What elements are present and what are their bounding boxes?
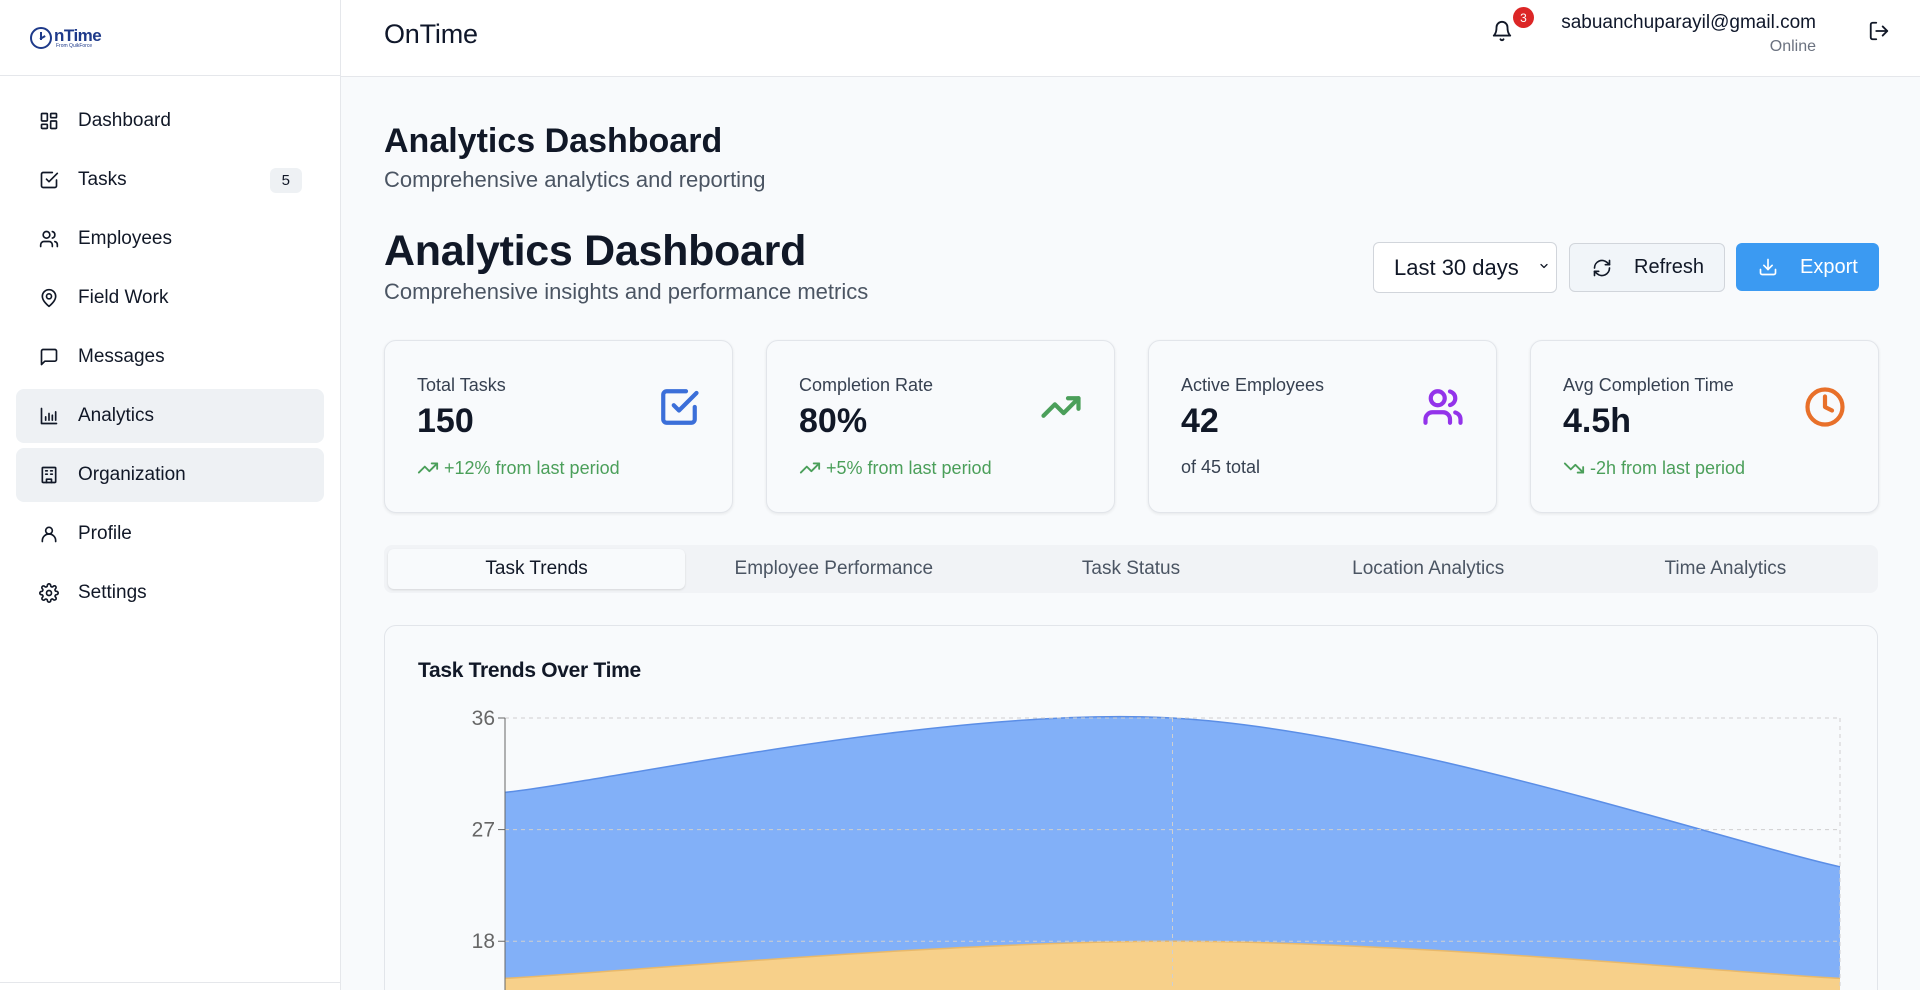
stat-label: Avg Completion Time (1563, 375, 1734, 395)
stat-card-total-tasks: Total Tasks 150 +12% from last period (384, 340, 733, 513)
sidebar-item-dashboard[interactable]: Dashboard (16, 94, 324, 148)
logout-icon (1868, 21, 1890, 46)
users-icon (1422, 386, 1464, 428)
app-logo[interactable]: nTime From QuikForce (30, 25, 102, 49)
sidebar: nTime From QuikForce Dashboard Tasks 5 E… (0, 0, 341, 990)
notifications-button[interactable] (1491, 20, 1517, 46)
analytics-subtitle: Comprehensive insights and performance m… (384, 279, 869, 304)
sidebar-item-field-work[interactable]: Field Work (16, 271, 324, 325)
export-button[interactable]: Export (1736, 243, 1879, 291)
map-pin-icon (38, 287, 60, 309)
chevron-down-icon (1540, 263, 1548, 269)
sidebar-item-label: Tasks (78, 169, 127, 190)
refresh-button[interactable]: Refresh (1569, 243, 1725, 292)
trending-up-icon (1040, 386, 1082, 428)
tab-location-analytics[interactable]: Location Analytics (1280, 549, 1577, 589)
stat-note: -2h from last period (1563, 457, 1745, 479)
refresh-label: Refresh (1634, 256, 1705, 278)
message-icon (38, 346, 60, 368)
sidebar-item-tasks[interactable]: Tasks 5 (16, 153, 324, 207)
stat-label: Total Tasks (417, 375, 506, 395)
logo-text: nTime (54, 25, 102, 45)
stat-card-active-employees: Active Employees 42 of 45 total (1148, 340, 1497, 513)
sidebar-item-label: Messages (78, 346, 165, 367)
tab-time-analytics[interactable]: Time Analytics (1577, 549, 1874, 589)
y-tick-label: 36 (472, 707, 495, 730)
trending-up-icon (417, 462, 439, 474)
sidebar-item-label: Dashboard (78, 110, 171, 131)
download-icon (1759, 258, 1777, 276)
refresh-icon (1593, 259, 1611, 276)
sidebar-item-messages[interactable]: Messages (16, 330, 324, 384)
notification-count-badge: 3 (1513, 7, 1534, 28)
tab-task-trends[interactable]: Task Trends (388, 549, 686, 589)
stat-label: Active Employees (1181, 375, 1325, 395)
tab-task-status[interactable]: Task Status (982, 549, 1279, 589)
analytics-title: Analytics Dashboard (384, 227, 807, 275)
clock-icon (1804, 386, 1846, 428)
app-title: OnTime (384, 19, 478, 49)
dashboard-icon (38, 110, 60, 132)
sidebar-item-analytics[interactable]: Analytics (16, 389, 324, 443)
export-label: Export (1800, 255, 1858, 278)
sidebar-item-profile[interactable]: Profile (16, 507, 324, 561)
gear-icon (38, 582, 60, 604)
clock-logo-icon (30, 26, 52, 49)
task-trends-chart: 36 27 18 (472, 707, 1841, 990)
stat-value: 42 (1181, 402, 1219, 440)
tab-employee-performance[interactable]: Employee Performance (685, 549, 982, 589)
stat-note: +12% from last period (417, 457, 620, 479)
stat-value: 150 (417, 402, 474, 440)
date-range-select[interactable]: Last 30 days (1373, 242, 1557, 293)
analytics-tabs: Task Trends Employee Performance Task St… (384, 545, 1878, 593)
stat-note: +5% from last period (799, 457, 992, 479)
y-tick-label: 27 (472, 819, 495, 842)
tasks-count-badge: 5 (269, 168, 302, 193)
sidebar-item-organization[interactable]: Organization (16, 448, 324, 502)
sidebar-item-label: Profile (78, 523, 132, 544)
task-trends-chart-card: Task Trends Over Time 36 27 18 (384, 625, 1878, 990)
logo-subtext: From QuikForce (56, 42, 93, 49)
trending-down-icon (1563, 462, 1585, 474)
stat-card-completion-rate: Completion Rate 80% +5% from last period (766, 340, 1115, 513)
tasks-icon (38, 169, 60, 191)
sidebar-item-settings[interactable]: Settings (16, 566, 324, 620)
sidebar-item-label: Analytics (78, 405, 155, 426)
user-email: sabuanchuparayil@gmail.com (1561, 12, 1816, 33)
users-icon (38, 228, 60, 250)
user-status: Online (1769, 38, 1816, 55)
user-icon (38, 523, 60, 545)
sidebar-footer (0, 982, 341, 990)
sidebar-item-label: Employees (78, 228, 172, 249)
building-icon (38, 464, 60, 486)
stat-value: 80% (799, 402, 868, 440)
sidebar-header: nTime From QuikForce (0, 0, 340, 76)
sidebar-item-employees[interactable]: Employees (16, 212, 324, 266)
top-bar: OnTime 3 sabuanchuparayil@gmail.com Onli… (341, 0, 1920, 77)
sidebar-item-label: Settings (78, 582, 147, 603)
stat-card-avg-completion-time: Avg Completion Time 4.5h -2h from last p… (1530, 340, 1879, 513)
page-subtitle: Comprehensive analytics and reporting (384, 167, 766, 192)
page-title: Analytics Dashboard (384, 122, 723, 160)
sidebar-item-label: Field Work (78, 287, 169, 308)
sidebar-item-label: Organization (78, 464, 186, 485)
sidebar-nav: Dashboard Tasks 5 Employees Field Work M… (0, 76, 340, 620)
date-range-value: Last 30 days (1394, 254, 1519, 280)
logout-button[interactable] (1868, 20, 1890, 47)
bar-chart-icon (38, 405, 60, 427)
bell-icon (1491, 21, 1513, 46)
stat-label: Completion Rate (799, 375, 934, 395)
check-square-icon (658, 386, 700, 428)
y-tick-label: 18 (472, 930, 495, 953)
trending-up-icon (799, 462, 821, 474)
stat-value: 4.5h (1563, 402, 1632, 440)
stat-note: of 45 total (1181, 457, 1261, 477)
